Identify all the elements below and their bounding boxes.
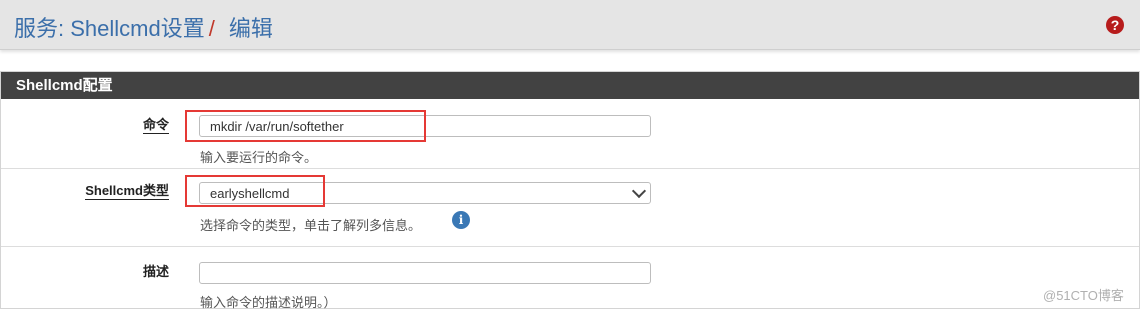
question-circle-icon[interactable]: ? xyxy=(1106,16,1124,34)
watermark: @51CTO博客 xyxy=(1043,288,1124,303)
page-header: 服务: Shellcmd设置 / 编辑 ? xyxy=(0,0,1140,50)
description-row: 描述 输入命令的描述说明。） xyxy=(1,247,1139,309)
type-help-text: 选择命令的类型，单击了解列多信息。 xyxy=(200,218,422,233)
description-label: 描述 xyxy=(142,264,169,279)
command-label: 命令 xyxy=(142,117,169,134)
shellcmd-config-panel: Shellcmd配置 命令 mkdir /var/run/softether 输… xyxy=(0,71,1140,309)
type-highlight-box xyxy=(185,175,325,207)
page: 服务: Shellcmd设置 / 编辑 ? Shellcmd配置 命令 mkdir … xyxy=(0,0,1140,309)
command-highlight-box xyxy=(185,110,426,142)
breadcrumb: 服务: Shellcmd设置 / 编辑 xyxy=(14,11,273,43)
command-row: 命令 mkdir /var/run/softether 输入要运行的命令。 xyxy=(1,99,1139,169)
panel-title: Shellcmd配置 xyxy=(1,72,1139,99)
breadcrumb-service-link[interactable]: 服务: Shellcmd设置 xyxy=(14,16,205,41)
chevron-down-icon xyxy=(631,183,647,199)
type-label: Shellcmd类型 xyxy=(85,183,169,200)
command-help-text: 输入要运行的命令。 xyxy=(200,150,318,165)
breadcrumb-separator: / xyxy=(208,16,215,41)
breadcrumb-current: 编辑 xyxy=(228,16,273,41)
description-input[interactable] xyxy=(199,262,651,284)
info-circle-icon[interactable]: i xyxy=(452,211,470,229)
description-help-text: 输入命令的描述说明。） xyxy=(200,295,337,309)
type-row: Shellcmd类型 earlyshellcmd 选择命令的类型，单击了解列多信… xyxy=(1,169,1139,247)
